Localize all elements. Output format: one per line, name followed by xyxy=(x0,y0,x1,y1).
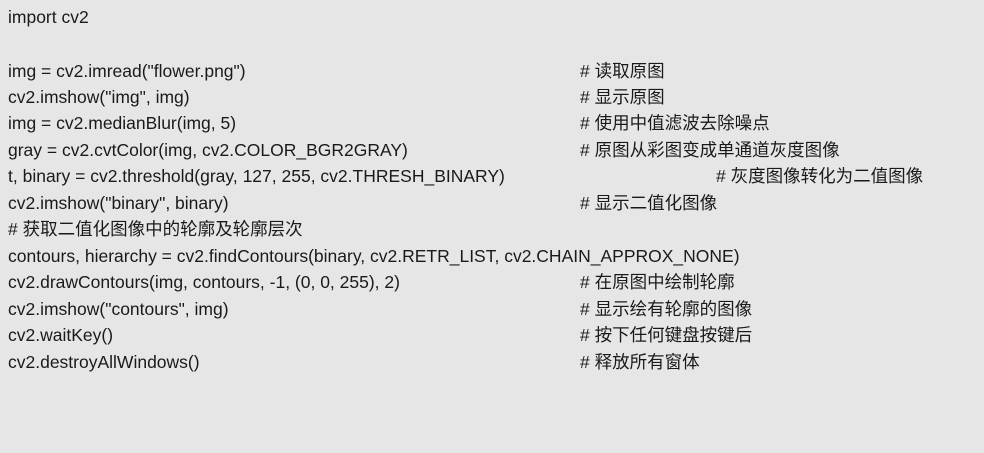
code-line-6: gray = cv2.cvtColor(img, cv2.COLOR_BGR2G… xyxy=(8,137,840,163)
code-comment-line: # 获取二值化图像中的轮廓及轮廓层次 xyxy=(8,219,303,239)
code-line-8: cv2.imshow("binary", binary) # 显示二值化图像 xyxy=(8,190,717,216)
code-line-1: import cv2 xyxy=(8,4,89,30)
code-text: gray = cv2.cvtColor(img, cv2.COLOR_BGR2G… xyxy=(8,140,408,160)
code-comment: # 在原图中绘制轮廓 xyxy=(580,272,735,292)
code-comment: # 原图从彩图变成单通道灰度图像 xyxy=(580,140,840,160)
code-comment: # 显示原图 xyxy=(580,87,665,107)
code-text: img = cv2.imread("flower.png") xyxy=(8,61,246,81)
code-text: cv2.imshow("img", img) xyxy=(8,87,190,107)
code-comment: # 灰度图像转化为二值图像 xyxy=(716,166,924,186)
code-line-10: contours, hierarchy = cv2.findContours(b… xyxy=(8,243,740,269)
code-comment: # 显示二值化图像 xyxy=(580,193,718,213)
code-comment: # 使用中值滤波去除噪点 xyxy=(580,113,770,133)
code-text: cv2.drawContours(img, contours, -1, (0, … xyxy=(8,272,400,292)
code-line-3: img = cv2.imread("flower.png") # 读取原图 xyxy=(8,58,665,84)
code-comment: # 读取原图 xyxy=(580,61,665,81)
code-comment: # 释放所有窗体 xyxy=(580,352,700,372)
code-line-12: cv2.imshow("contours", img) # 显示绘有轮廓的图像 xyxy=(8,296,752,322)
code-text: cv2.waitKey() xyxy=(8,325,114,345)
code-text: import cv2 xyxy=(8,7,89,27)
code-text: cv2.imshow("binary", binary) xyxy=(8,193,229,213)
code-text: contours, hierarchy = cv2.findContours(b… xyxy=(8,246,740,266)
code-line-4: cv2.imshow("img", img) # 显示原图 xyxy=(8,84,665,110)
code-text: t, binary = cv2.threshold(gray, 127, 255… xyxy=(8,166,505,186)
code-line-13: cv2.waitKey() # 按下任何键盘按键后 xyxy=(8,322,752,348)
code-block: import cv2 img = cv2.imread("flower.png"… xyxy=(0,0,984,416)
code-comment: # 显示绘有轮廓的图像 xyxy=(580,299,753,319)
code-comment: # 按下任何键盘按键后 xyxy=(580,325,753,345)
code-text: cv2.destroyAllWindows() xyxy=(8,352,200,372)
code-line-11: cv2.drawContours(img, contours, -1, (0, … xyxy=(8,269,735,295)
code-text: cv2.imshow("contours", img) xyxy=(8,299,229,319)
code-line-14: cv2.destroyAllWindows() # 释放所有窗体 xyxy=(8,349,700,375)
code-line-7: t, binary = cv2.threshold(gray, 127, 255… xyxy=(8,163,923,189)
code-text: img = cv2.medianBlur(img, 5) xyxy=(8,113,237,133)
code-line-9: # 获取二值化图像中的轮廓及轮廓层次 xyxy=(8,216,303,242)
code-line-5: img = cv2.medianBlur(img, 5) # 使用中值滤波去除噪… xyxy=(8,110,770,136)
